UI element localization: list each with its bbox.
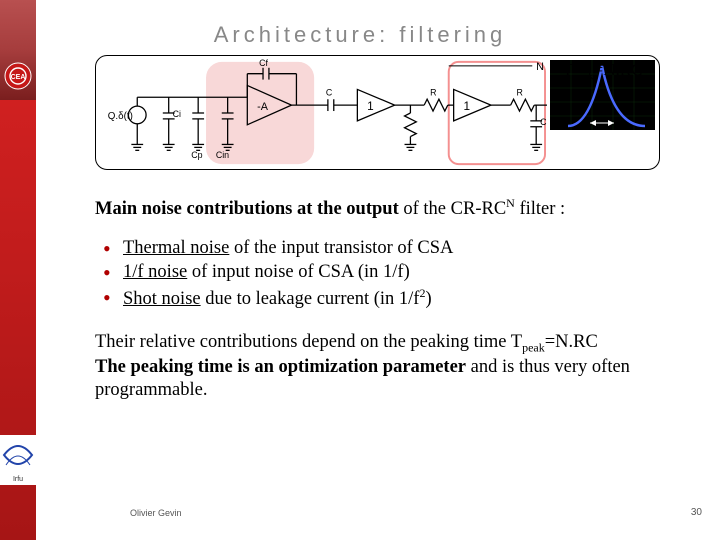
body-text: Main noise contributions at the output o… (95, 196, 660, 402)
list-item: Shot noise due to leakage current (in 1/… (95, 286, 660, 311)
list-item: Thermal noise of the input transistor of… (95, 237, 660, 260)
circuit-diagram: Q.δ(t) Ci Cp Cin -A (95, 55, 660, 170)
list-item: 1/f noise of input noise of CSA (in 1/f) (95, 261, 660, 284)
label-cp: Cp (191, 150, 202, 160)
page-number: 30 (691, 507, 702, 518)
label-buf1: 1 (367, 100, 374, 113)
label-c: C (326, 87, 333, 97)
intro-line: Main noise contributions at the output o… (95, 196, 660, 221)
cea-logo: CEA (2, 60, 34, 92)
irfu-logo: Irfu (0, 435, 36, 485)
irfu-logo-text: Irfu (13, 476, 23, 483)
cea-logo-text: CEA (11, 74, 26, 81)
label-c2: C (540, 117, 547, 127)
label-cin: Cin (216, 150, 229, 160)
page-title: Architecture: filtering (0, 22, 720, 48)
noise-bullet-list: Thermal noise of the input transistor of… (95, 237, 660, 311)
author-name: Olivier Gevin (130, 508, 182, 518)
label-q: Q.δ(t) (108, 111, 133, 122)
label-cf: Cf (259, 58, 268, 68)
label-r1: R (430, 87, 436, 97)
label-buf2: 1 (463, 100, 470, 113)
label-neg-a: -A (257, 101, 269, 113)
label-n: N (536, 61, 544, 73)
peak-formula: Tpeak=N.RC (550, 60, 655, 82)
label-r2: R (517, 87, 523, 97)
closing-paragraph: Their relative contributions depend on t… (95, 331, 660, 402)
label-ci: Ci (173, 109, 181, 119)
